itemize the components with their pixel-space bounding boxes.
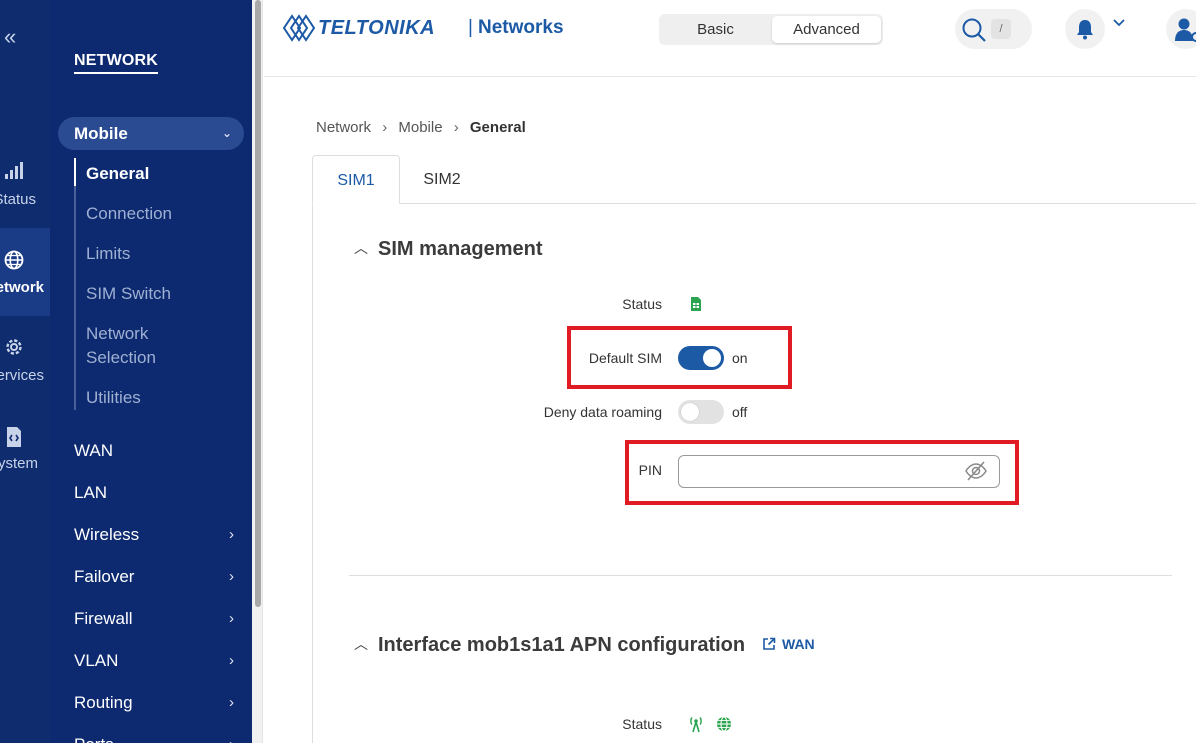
network-selection-line2: Selection [86, 348, 156, 367]
sidebar-item-wan[interactable]: WAN [74, 439, 240, 463]
rail-label-system: System [0, 455, 38, 472]
chevron-right-icon: › [229, 733, 234, 743]
rail-label-status: Status [0, 191, 36, 208]
sidebar-subitem-network-selection[interactable]: Network Selection [86, 322, 156, 370]
notifications-button[interactable] [1065, 9, 1105, 49]
chevron-down-icon[interactable] [1112, 18, 1126, 28]
tab-sim1[interactable]: SIM1 [312, 155, 400, 204]
wan-link-label: WAN [782, 636, 815, 652]
sidebar-item-label: Routing [74, 693, 133, 712]
sidebar-item-label: LAN [74, 483, 108, 502]
tab-sim2[interactable]: SIM2 [404, 155, 480, 204]
sidebar-subitem-utilities[interactable]: Utilities [86, 386, 141, 410]
chevron-right-icon: › [229, 526, 234, 543]
sidebar-heading: NETWORK [74, 52, 159, 74]
app-root: « Status Network [0, 0, 1196, 743]
breadcrumb-separator: › [453, 119, 459, 136]
chevron-right-icon: › [229, 610, 234, 627]
logo-brand-text: TELTONIKA [318, 17, 436, 39]
search-icon [962, 18, 986, 42]
network-selection-line1: Network [86, 324, 149, 343]
breadcrumb-mobile[interactable]: Mobile [398, 119, 442, 136]
sidebar-subitem-general[interactable]: General [86, 162, 149, 186]
sim-management-header[interactable]: ︿ SIM management [354, 238, 542, 261]
signal-icon [5, 162, 23, 179]
globe-icon [4, 250, 24, 270]
chevron-down-icon: ⌄ [221, 126, 232, 140]
deny-roaming-label: Deny data roaming [543, 404, 662, 420]
apn-config-title: Interface mob1s1a1 APN configuration [378, 634, 746, 656]
sidebar-subitem-connection[interactable]: Connection [86, 202, 172, 226]
logo-product-text: Networks [478, 17, 564, 38]
sidebar-subitem-sim-switch[interactable]: SIM Switch [86, 282, 171, 306]
apn-status-label: Status [622, 716, 662, 732]
breadcrumb: Network › Mobile › General [316, 119, 526, 136]
apn-config-header[interactable]: ︿ Interface mob1s1a1 APN configuration [354, 634, 745, 657]
mode-toggle: Basic Advanced [659, 14, 883, 45]
sidebar-item-wireless[interactable]: Wireless › [74, 523, 240, 547]
sidebar-item-label: VLAN [74, 651, 119, 670]
sidebar-subitem-limits[interactable]: Limits [86, 242, 130, 266]
sidebar-item-failover[interactable]: Failover › [74, 565, 240, 589]
antenna-icon [690, 717, 702, 733]
sidebar-item-label: WAN [74, 441, 114, 460]
icon-rail: « Status Network [0, 0, 50, 743]
wan-link[interactable]: WAN [762, 636, 815, 652]
chevron-right-icon: › [229, 694, 234, 711]
deny-roaming-state: off [732, 404, 748, 420]
deny-roaming-toggle[interactable] [678, 400, 724, 424]
rail-item-status[interactable]: Status [0, 150, 50, 238]
status-label: Status [622, 296, 662, 312]
card-border [312, 203, 313, 743]
sidebar-scrollbar-thumb[interactable] [255, 0, 261, 607]
logo-mark-icon [282, 14, 316, 42]
external-link-icon [763, 637, 776, 650]
sidebar-item-mobile[interactable]: Mobile ⌄ [58, 117, 244, 150]
sidebar: NETWORK Mobile ⌄ General Connection Limi… [50, 0, 252, 743]
submenu-active-marker [74, 158, 76, 186]
rail-item-services[interactable]: Services [0, 316, 50, 404]
rail-item-network[interactable]: Network [0, 228, 50, 316]
sim-card-icon [691, 297, 701, 311]
search-shortcut-key: / [991, 19, 1011, 39]
sidebar-item-label: Failover [74, 567, 135, 586]
system-icon [7, 427, 21, 447]
rail-item-system[interactable]: System [0, 404, 50, 492]
highlight-default-sim [567, 326, 792, 389]
basic-mode-button[interactable]: Basic [661, 16, 770, 43]
breadcrumb-network[interactable]: Network [316, 119, 371, 136]
chevron-up-icon: ︿ [354, 636, 368, 652]
globe-status-icon [717, 716, 731, 732]
user-settings-icon [1175, 18, 1196, 42]
sidebar-item-lan[interactable]: LAN [74, 481, 240, 505]
user-menu-button[interactable] [1166, 9, 1196, 49]
sidebar-item-mobile-label: Mobile [74, 124, 128, 143]
sidebar-item-ports[interactable]: Ports › [74, 733, 240, 743]
sidebar-item-firewall[interactable]: Firewall › [74, 607, 240, 631]
chevron-up-icon: ︿ [354, 240, 368, 256]
sidebar-item-label: Firewall [74, 609, 133, 628]
sidebar-item-routing[interactable]: Routing › [74, 691, 240, 715]
rail-label-network: Network [0, 279, 44, 296]
sidebar-item-label: Wireless [74, 525, 140, 544]
toggle-knob [681, 403, 699, 421]
advanced-mode-button[interactable]: Advanced [772, 16, 881, 43]
gear-icon [6, 339, 22, 355]
sidebar-item-vlan[interactable]: VLAN › [74, 649, 240, 673]
breadcrumb-separator: › [382, 119, 388, 136]
chevron-right-icon: › [229, 652, 234, 669]
highlight-pin [625, 440, 1019, 505]
top-header: TELTONIKA | Networks Basic Advanced / [264, 0, 1196, 77]
sim-management-title: SIM management [378, 238, 543, 260]
breadcrumb-current: General [469, 119, 526, 136]
collapse-sidebar-icon[interactable]: « [4, 26, 16, 48]
search-button[interactable]: / [955, 9, 1032, 49]
chevron-right-icon: › [229, 568, 234, 585]
section-divider [349, 575, 1172, 576]
submenu-guide-line [74, 158, 76, 410]
sidebar-item-label: Ports [74, 735, 114, 743]
rail-label-services: Services [0, 367, 44, 384]
bell-icon [1077, 20, 1093, 40]
logo-separator: | [468, 17, 473, 38]
